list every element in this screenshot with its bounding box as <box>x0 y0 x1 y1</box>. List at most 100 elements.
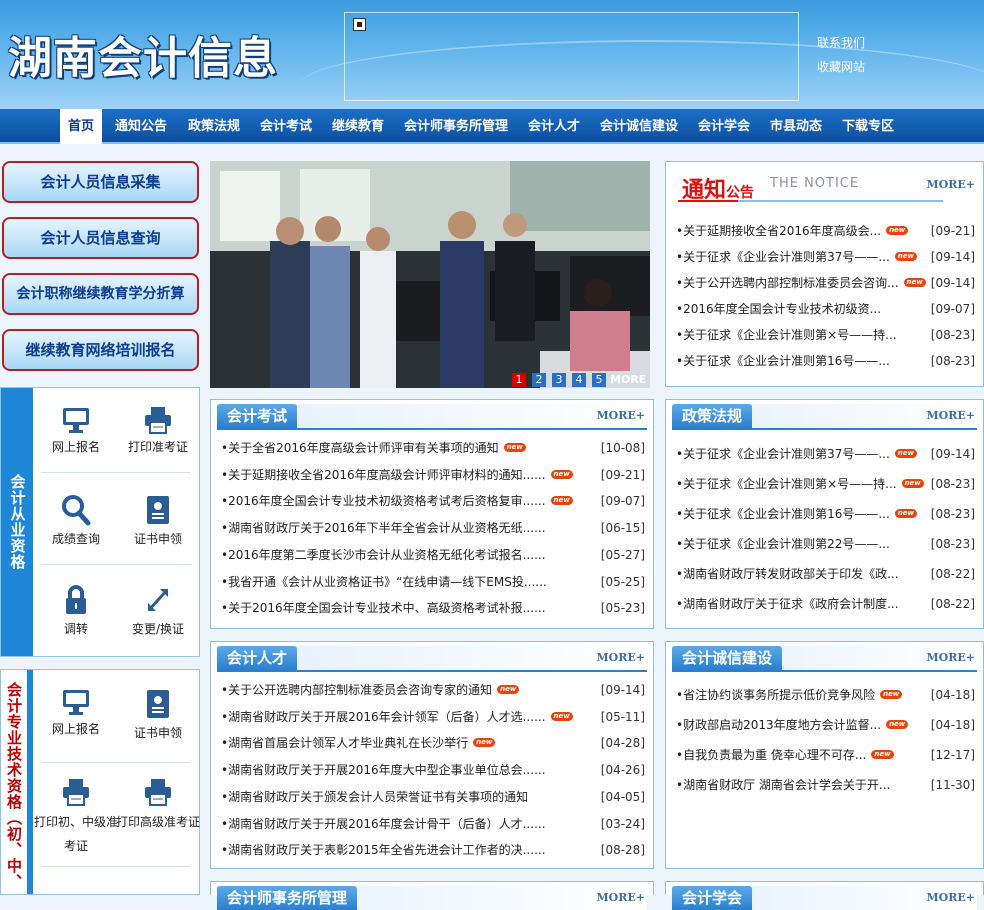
print-junior-mid-admission-cell[interactable]: 打印初、中级准考证 <box>34 778 118 858</box>
nav-integrity[interactable]: 会计诚信建设 <box>600 109 678 144</box>
exam-news-row[interactable]: •关于全省2016年度高级会计师评审有关事项的通知 new [10-08] <box>221 439 645 457</box>
slider-page-3[interactable]: 3 <box>552 373 566 387</box>
talent-news-row[interactable]: •湖南省财政厅关于颁发会计人员荣誉证书有关事项的通知 [04-05] <box>221 788 645 806</box>
nav-notice[interactable]: 通知公告 <box>115 109 167 144</box>
integrity-more-link[interactable]: MORE+ <box>926 651 975 664</box>
print-admission-cell[interactable]: 打印准考证 <box>116 406 200 455</box>
policy-news-row[interactable]: •关于征求《企业会计准则第37号——... new [09-14] <box>676 445 975 463</box>
training-signup-button[interactable]: 继续教育网络培训报名 <box>2 329 199 371</box>
print-senior-admission-cell[interactable]: 打印高级准考证 <box>116 778 200 834</box>
exam-news-row[interactable]: •2016年度第二季度长沙市会计从业资格无纸化考试报名...... [05-27] <box>221 546 645 564</box>
news-title-link[interactable]: •2016年度第二季度长沙市会计从业资格无纸化考试报名...... <box>221 546 546 564</box>
news-title-link[interactable]: •湖南省财政厅转发财政部关于印发《政... <box>676 565 899 583</box>
integrity-news-row[interactable]: •财政部启动2013年度地方会计监督... new [04-18] <box>676 716 975 734</box>
talent-news-row[interactable]: •湖南省首届会计领军人才毕业典礼在长沙举行 new [04-28] <box>221 734 645 752</box>
nav-society[interactable]: 会计学会 <box>698 109 750 144</box>
nav-home[interactable]: 首页 <box>60 109 103 144</box>
talent-news-row[interactable]: •湖南省财政厅关于表彰2015年全省先进会计工作者的决...... [08-28] <box>221 841 645 859</box>
policy-title[interactable]: 政策法规 <box>672 404 753 428</box>
news-title-link[interactable]: •湖南省财政厅 湖南省会计学会关于开... <box>676 776 890 794</box>
policy-news-row[interactable]: •关于征求《企业会计准则第22号——... [08-23] <box>676 535 975 553</box>
nav-downloads[interactable]: 下载专区 <box>842 109 894 144</box>
pro-online-signup-cell[interactable]: 网上报名 <box>34 688 118 737</box>
news-title-link[interactable]: •关于延期接收全省2016年度高级会计师评审材料的通知...... new <box>221 466 573 484</box>
news-title-link[interactable]: •关于征求《企业会计准则第×号——持... <box>676 326 897 344</box>
integrity-news-row[interactable]: •省注协约谈事务所提示低价竞争风险 new [04-18] <box>676 686 975 704</box>
news-title-link[interactable]: •湖南省财政厅关于征求《政府会计制度... <box>676 595 899 613</box>
notice-news-row[interactable]: •2016年度全国会计专业技术初级资... [09-07] <box>676 300 975 318</box>
policy-news-row[interactable]: •湖南省财政厅关于征求《政府会计制度... [08-22] <box>676 595 975 613</box>
news-title-link[interactable]: •湖南省财政厅关于开展2016年度大中型企事业单位总会...... <box>221 761 546 779</box>
society-more-link[interactable]: MORE+ <box>926 891 975 904</box>
info-query-button[interactable]: 会计人员信息查询 <box>2 217 199 259</box>
slider-page-5[interactable]: 5 <box>592 373 606 387</box>
integrity-news-row[interactable]: •湖南省财政厅 湖南省会计学会关于开... [11-30] <box>676 776 975 794</box>
talent-news-row[interactable]: •湖南省财政厅关于开展2016年度会计骨干（后备）人才...... [03-24] <box>221 815 645 833</box>
bookmark-link[interactable]: 收藏网站 <box>817 58 865 75</box>
nav-county-news[interactable]: 市县动态 <box>770 109 822 144</box>
news-title-link[interactable]: •财政部启动2013年度地方会计监督... new <box>676 716 909 734</box>
slider-page-4[interactable]: 4 <box>572 373 586 387</box>
notice-news-row[interactable]: •关于公开选聘内部控制标准委员会咨询... new [09-14] <box>676 274 975 292</box>
online-signup-cell[interactable]: 网上报名 <box>34 406 118 455</box>
policy-news-row[interactable]: •关于征求《企业会计准则第×号——持... new [08-23] <box>676 475 975 493</box>
notice-news-row[interactable]: •关于征求《企业会计准则第16号——... [08-23] <box>676 352 975 370</box>
nav-exam[interactable]: 会计考试 <box>260 109 312 144</box>
news-title-link[interactable]: •2016年度全国会计专业技术初级资... <box>676 300 881 318</box>
score-query-cell[interactable]: 成绩查询 <box>34 494 118 547</box>
notice-news-row[interactable]: •关于延期接收全省2016年度高级会... new [09-21] <box>676 222 975 240</box>
news-title-link[interactable]: •湖南省财政厅关于2016年下半年全省会计从业资格无纸...... <box>221 519 546 537</box>
firm-management-title[interactable]: 会计师事务所管理 <box>217 886 358 910</box>
news-title-link[interactable]: •关于征求《企业会计准则第×号——持... new <box>676 475 924 493</box>
news-title-link[interactable]: •自我负责最为重 侥幸心理不可存... new <box>676 746 894 764</box>
exam-news-row[interactable]: •关于2016年度全国会计专业技术中、高级资格考试补报...... [05-23] <box>221 599 645 617</box>
news-title-link[interactable]: •关于延期接收全省2016年度高级会... new <box>676 222 909 240</box>
notice-more-link[interactable]: MORE+ <box>926 178 975 191</box>
exam-more-link[interactable]: MORE+ <box>596 409 645 422</box>
credit-conversion-button[interactable]: 会计职称继续教育学分折算 <box>2 273 199 315</box>
integrity-news-row[interactable]: •自我负责最为重 侥幸心理不可存... new [12-17] <box>676 746 975 764</box>
policy-more-link[interactable]: MORE+ <box>926 409 975 422</box>
news-title-link[interactable]: •湖南省财政厅关于颁发会计人员荣誉证书有关事项的通知 <box>221 788 528 806</box>
news-title-link[interactable]: •2016年度全国会计专业技术初级资格考试考后资格复审...... new <box>221 492 573 510</box>
slider-page-2[interactable]: 2 <box>532 373 546 387</box>
news-title-link[interactable]: •湖南省财政厅关于表彰2015年全省先进会计工作者的决...... <box>221 841 546 859</box>
talent-title[interactable]: 会计人才 <box>217 646 298 670</box>
policy-news-row[interactable]: •关于征求《企业会计准则第16号——... new [08-23] <box>676 505 975 523</box>
exam-title[interactable]: 会计考试 <box>217 404 298 428</box>
society-title[interactable]: 会计学会 <box>672 886 753 910</box>
pro-certificate-apply-cell[interactable]: 证书申领 <box>116 688 200 741</box>
exam-news-row[interactable]: •2016年度全国会计专业技术初级资格考试考后资格复审...... new [09-… <box>221 492 645 510</box>
exam-news-row[interactable]: •我省开通《会计从业资格证书》“在线申请—线下EMS投...... [05-25] <box>221 573 645 591</box>
exam-news-row[interactable]: •湖南省财政厅关于2016年下半年全省会计从业资格无纸...... [06-15] <box>221 519 645 537</box>
news-title-link[interactable]: •湖南省财政厅关于开展2016年度会计骨干（后备）人才...... <box>221 815 546 833</box>
talent-news-row[interactable]: •关于公开选聘内部控制标准委员会咨询专家的通知 new [09-14] <box>221 681 645 699</box>
talent-news-row[interactable]: •湖南省财政厅关于开展2016年会计领军（后备）人才选...... new [05-… <box>221 708 645 726</box>
news-title-link[interactable]: •关于征求《企业会计准则第37号——... new <box>676 248 917 266</box>
nav-talent[interactable]: 会计人才 <box>528 109 580 144</box>
notice-news-row[interactable]: •关于征求《企业会计准则第37号——... new [09-14] <box>676 248 975 266</box>
news-title-link[interactable]: •关于征求《企业会计准则第37号——... new <box>676 445 917 463</box>
news-title-link[interactable]: •湖南省首届会计领军人才毕业典礼在长沙举行 new <box>221 734 496 752</box>
integrity-title[interactable]: 会计诚信建设 <box>672 646 783 670</box>
certificate-apply-cell[interactable]: 证书申领 <box>116 494 200 547</box>
contact-us-link[interactable]: 联系我们 <box>817 34 865 51</box>
nav-firm-management[interactable]: 会计师事务所管理 <box>404 109 508 144</box>
transfer-cell[interactable]: 调转 <box>34 584 118 637</box>
talent-more-link[interactable]: MORE+ <box>596 651 645 664</box>
news-title-link[interactable]: •省注协约谈事务所提示低价竞争风险 new <box>676 686 903 704</box>
news-title-link[interactable]: •关于公开选聘内部控制标准委员会咨询... new <box>676 274 926 292</box>
nav-policy[interactable]: 政策法规 <box>188 109 240 144</box>
slider-more-link[interactable]: MORE <box>610 373 646 386</box>
news-title-link[interactable]: •湖南省财政厅关于开展2016年会计领军（后备）人才选...... new <box>221 708 573 726</box>
news-title-link[interactable]: •关于征求《企业会计准则第22号——... <box>676 535 890 553</box>
news-photo-slider[interactable] <box>210 161 650 388</box>
talent-news-row[interactable]: •湖南省财政厅关于开展2016年度大中型企事业单位总会...... [04-26] <box>221 761 645 779</box>
news-title-link[interactable]: •关于征求《企业会计准则第16号——... new <box>676 505 917 523</box>
exam-news-row[interactable]: •关于延期接收全省2016年度高级会计师评审材料的通知...... new [09-… <box>221 466 645 484</box>
news-title-link[interactable]: •我省开通《会计从业资格证书》“在线申请—线下EMS投...... <box>221 573 547 591</box>
news-title-link[interactable]: •关于公开选聘内部控制标准委员会咨询专家的通知 new <box>221 681 520 699</box>
news-title-link[interactable]: •关于征求《企业会计准则第16号——... <box>676 352 890 370</box>
policy-news-row[interactable]: •湖南省财政厅转发财政部关于印发《政... [08-22] <box>676 565 975 583</box>
news-title-link[interactable]: •关于全省2016年度高级会计师评审有关事项的通知 new <box>221 439 526 457</box>
